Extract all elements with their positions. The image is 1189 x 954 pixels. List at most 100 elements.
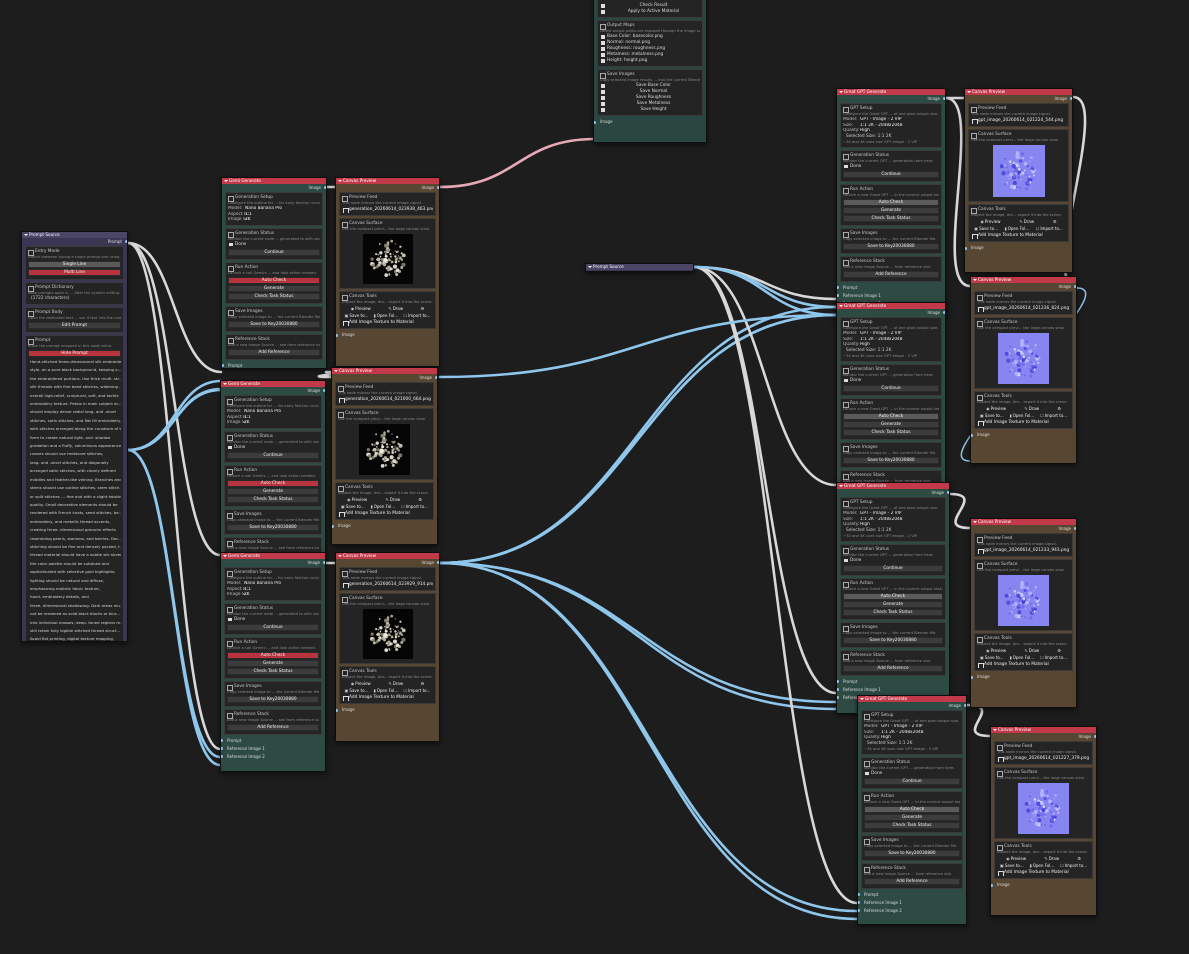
image-output-socket[interactable]: Image — [837, 309, 945, 316]
import-button[interactable]: ☐Import to... — [403, 687, 430, 694]
add-image-texture-button[interactable]: Add Image Texture to Material — [338, 510, 431, 517]
draw-button[interactable]: ✎Draw — [385, 496, 400, 503]
add-reference-button[interactable]: Add Reference — [864, 877, 960, 885]
done-checkbox[interactable]: Done — [843, 378, 939, 384]
settings-icon[interactable]: ⚙ — [1057, 647, 1061, 654]
image-input-socket[interactable]: Image — [336, 706, 439, 714]
draw-button[interactable]: ✎Draw — [1044, 855, 1059, 862]
add-image-texture-button[interactable]: Add Image Texture to Material — [977, 661, 1070, 668]
open-folder-button[interactable]: ▮Open Fol... — [374, 312, 399, 319]
node-link[interactable] — [438, 313, 838, 565]
canvas-preview-node[interactable]: Canvas Preview Image Preview Feed This n… — [990, 726, 1097, 916]
open-folder-button[interactable]: ▮Open Fol... — [371, 503, 396, 510]
image-output-socket[interactable]: Image — [971, 525, 1076, 532]
image-input-socket[interactable]: Image — [971, 431, 1076, 439]
auto-check-button[interactable]: Auto Check — [227, 479, 319, 487]
gpt-generate-node[interactable]: Great GPT Generate Image GPT Setup Confi… — [836, 88, 946, 320]
save-to-button[interactable]: ▣Save to... — [980, 412, 1004, 419]
multi-line-button[interactable]: Multi Line — [28, 269, 121, 276]
import-button[interactable]: ☐Import to... — [1040, 412, 1067, 419]
image-output-socket[interactable]: Image — [221, 387, 325, 394]
add-reference-button[interactable]: Add Reference — [843, 270, 939, 278]
add-image-texture-button[interactable]: Add Image Texture to Material — [997, 869, 1090, 876]
save-key-button[interactable]: Save to Key20030880 — [843, 242, 939, 250]
apply-material-button[interactable]: Apply to Active Material — [600, 9, 700, 15]
preview-button[interactable]: ◉Preview — [1006, 855, 1026, 862]
gemini-generate-node[interactable]: Gemi Generate Image Generation Setup Con… — [220, 380, 326, 560]
continue-button[interactable]: Continue — [843, 384, 939, 392]
node-link[interactable] — [692, 265, 838, 487]
save-key-button[interactable]: Save to Key20030880 — [227, 695, 319, 703]
generate-button[interactable]: Generate — [227, 487, 319, 495]
settings-icon[interactable]: ⚙ — [421, 680, 425, 687]
node-link[interactable] — [692, 265, 838, 695]
prompt-input-socket[interactable]: Prompt — [837, 284, 945, 292]
settings-icon[interactable]: ⚙ — [1053, 218, 1057, 225]
check-status-button[interactable]: Check Task Status — [843, 428, 939, 436]
save-height-button[interactable]: Save Height — [600, 107, 700, 113]
prompt-output-socket[interactable]: Prompt — [22, 238, 127, 245]
reference-image-1-socket[interactable]: Reference Image 1 — [837, 292, 945, 300]
settings-icon[interactable]: ⚙ — [421, 305, 425, 312]
import-button[interactable]: ☐Import to... — [403, 312, 430, 319]
import-button[interactable]: ☐Import to... — [1040, 654, 1067, 661]
normal-thumbnail[interactable] — [1018, 783, 1069, 834]
preview-button[interactable]: ◉Preview — [986, 405, 1006, 412]
gpt-generate-node[interactable]: Great GPT Generate Image GPT Setup Confi… — [836, 482, 950, 714]
quality-select[interactable]: Quality: High — [843, 522, 943, 528]
normal-thumbnail[interactable] — [998, 575, 1049, 626]
image-output-socket[interactable]: Image — [336, 559, 439, 566]
texture-maps-node[interactable]: Check Result Apply to Active Material Ou… — [593, 0, 707, 143]
reference-image-2-socket[interactable]: Reference Image 2 — [858, 907, 966, 915]
image-output-socket[interactable]: Image — [965, 95, 1072, 102]
continue-button[interactable]: Continue — [843, 170, 939, 178]
image-input-socket[interactable]: Image — [332, 522, 437, 530]
done-checkbox[interactable]: Done — [227, 617, 319, 623]
node-link[interactable] — [438, 561, 859, 921]
preview-button[interactable]: ◉Preview — [351, 680, 371, 687]
open-folder-button[interactable]: ▮Open Fol... — [1005, 225, 1030, 232]
draw-button[interactable]: ✎Draw — [388, 680, 403, 687]
image-output-socket[interactable]: Image — [837, 489, 949, 496]
save-to-button[interactable]: ▣Save to... — [980, 654, 1004, 661]
preview-button[interactable]: ◉Preview — [980, 218, 1000, 225]
preview-button[interactable]: ◉Preview — [986, 647, 1006, 654]
continue-button[interactable]: Continue — [227, 623, 319, 631]
reference-image-1-socket[interactable]: Reference Image 1 — [837, 686, 949, 694]
image-output-socket[interactable]: Image — [222, 184, 326, 191]
import-button[interactable]: ☐Import to... — [1036, 225, 1063, 232]
generate-button[interactable]: Generate — [228, 284, 320, 292]
draw-button[interactable]: ✎Draw — [1024, 647, 1039, 654]
save-key-button[interactable]: Save to Key20030880 — [864, 849, 960, 857]
draw-button[interactable]: ✎Draw — [388, 305, 403, 312]
generate-button[interactable]: Generate — [843, 420, 939, 428]
generate-button[interactable]: Generate — [843, 600, 943, 608]
node-link[interactable] — [438, 561, 859, 913]
done-checkbox[interactable]: Done — [864, 771, 960, 777]
size-select[interactable]: Image Si... 2K — [227, 420, 319, 426]
image-socket[interactable]: Image — [594, 118, 706, 126]
image-output-socket[interactable]: Image — [991, 733, 1096, 740]
save-key-button[interactable]: Save to Key20030880 — [228, 320, 320, 328]
prompt-input-socket[interactable]: Prompt — [837, 678, 949, 686]
quality-select[interactable]: Quality: High — [843, 342, 939, 348]
continue-button[interactable]: Continue — [864, 777, 960, 785]
continue-button[interactable]: Continue — [843, 564, 943, 572]
save-key-button[interactable]: Save to Key20030880 — [843, 636, 943, 644]
node-link[interactable] — [692, 265, 838, 309]
node-title[interactable]: Prompt Source — [586, 264, 693, 270]
prompt-text[interactable]: Hand-stitched three-dimensional silk emb… — [28, 358, 121, 641]
draw-button[interactable]: ✎Draw — [1024, 405, 1039, 412]
add-image-texture-button[interactable]: Add Image Texture to Material — [342, 694, 433, 701]
preview-button[interactable]: ◉Preview — [351, 305, 371, 312]
preview-button[interactable]: ◉Preview — [347, 496, 367, 503]
gpt-generate-node[interactable]: Great GPT Generate Image GPT Setup Confi… — [857, 695, 967, 925]
save-to-button[interactable]: ▣Save to... — [345, 687, 369, 694]
save-to-button[interactable]: ▣Save to... — [1000, 862, 1024, 869]
normal-thumbnail[interactable] — [992, 145, 1045, 197]
prompt-input-socket[interactable]: Prompt — [221, 737, 325, 745]
prompt-input-socket[interactable]: Prompt — [222, 362, 326, 369]
check-status-button[interactable]: Check Task Status — [864, 821, 960, 829]
node-link[interactable] — [126, 241, 222, 751]
quality-select[interactable]: Quality: High — [864, 735, 960, 741]
